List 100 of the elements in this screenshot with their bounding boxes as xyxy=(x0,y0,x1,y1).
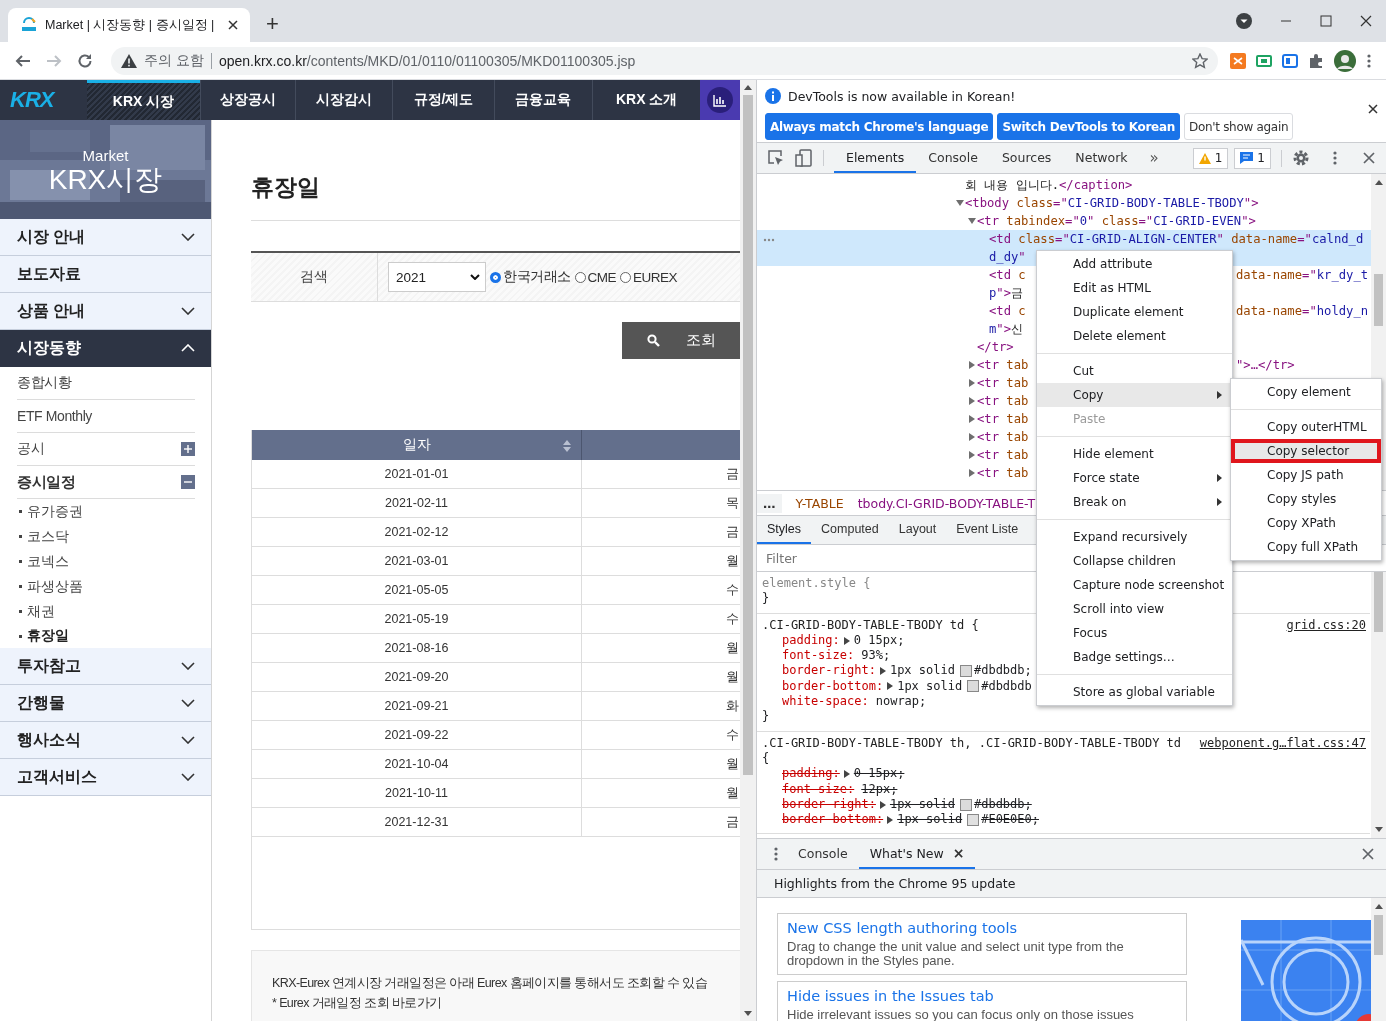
menu-item[interactable]: Copy XPath xyxy=(1231,511,1381,535)
collapsed-arrow-icon[interactable] xyxy=(968,433,976,441)
sidebar-item[interactable]: 상품 안내 xyxy=(0,293,211,330)
browser-tab[interactable]: Market | 시장동향 | 증시일정 | xyxy=(8,8,250,42)
dom-code[interactable]: <tr tab xyxy=(977,448,1029,462)
sidebar-subitem[interactable]: 공시 xyxy=(17,433,195,466)
sidebar-link[interactable]: 코스닥 xyxy=(19,524,211,549)
nav-menu-item[interactable]: 금융교육 xyxy=(493,80,592,120)
dom-code[interactable]: <tr tab xyxy=(977,430,1029,444)
dom-code[interactable]: </tr> xyxy=(977,340,1014,354)
menu-item[interactable]: Scroll into view xyxy=(1037,597,1232,621)
extension-icon[interactable] xyxy=(1256,52,1272,69)
messages-badge[interactable]: 1 xyxy=(1234,147,1271,169)
close-icon[interactable] xyxy=(1368,104,1378,114)
sidebar-item[interactable]: 고객서비스 xyxy=(0,759,211,796)
radio-button[interactable]: CME xyxy=(574,269,616,285)
dom-code[interactable]: <tbody class="CI-GRID-BODY-TABLE-TBODY"> xyxy=(965,196,1259,210)
dom-code[interactable]: p">금 xyxy=(989,284,1024,302)
dom-code[interactable]: ">…</tr> xyxy=(1236,358,1370,372)
year-select[interactable]: 2021 xyxy=(388,262,486,292)
menu-item[interactable]: Capture node screenshot xyxy=(1037,573,1232,597)
scrollbar-thumb[interactable] xyxy=(743,95,753,775)
collapsed-arrow-icon[interactable] xyxy=(968,415,976,423)
profile-dropdown-icon[interactable] xyxy=(1236,13,1252,29)
dom-code[interactable]: <tr tab xyxy=(977,466,1029,480)
breadcrumb-item[interactable]: Y-TABLE xyxy=(795,495,844,511)
dom-code[interactable]: <tr tab xyxy=(977,412,1029,426)
security-status[interactable]: 주의 요함 xyxy=(144,51,204,70)
address-bar[interactable]: 주의 요함 open.krx.co.kr/contents/MKD/01/0110/01100305/MKD01100305.jsp xyxy=(111,46,1218,75)
radio-button[interactable]: 한국거래소 xyxy=(490,268,571,286)
expand-icon[interactable] xyxy=(181,442,195,456)
dom-code[interactable]: d_dy" xyxy=(989,250,1026,264)
new-tab-button[interactable]: + xyxy=(260,11,285,37)
scrollbar-thumb[interactable] xyxy=(1374,572,1383,632)
dom-code[interactable]: 회 내용 입니다.</caption> xyxy=(965,176,1133,194)
more-tabs-button[interactable]: » xyxy=(1149,149,1159,167)
scroll-down-icon[interactable] xyxy=(1375,827,1383,832)
collapsed-arrow-icon[interactable] xyxy=(968,379,976,387)
menu-item[interactable]: Store as global variable xyxy=(1037,680,1232,704)
scroll-down-icon[interactable] xyxy=(744,1011,752,1016)
collapsed-arrow-icon[interactable] xyxy=(968,397,976,405)
collapsed-arrow-icon[interactable] xyxy=(968,451,976,459)
menu-item[interactable]: Badge settings… xyxy=(1037,645,1232,669)
sidebar-subitem[interactable]: 종합시황 xyxy=(17,367,195,400)
color-swatch[interactable] xyxy=(959,665,972,678)
dom-code[interactable]: <td c xyxy=(989,268,1026,282)
styles-tab[interactable]: Layout xyxy=(888,516,947,544)
dom-code[interactable]: <td c xyxy=(989,304,1026,318)
sidebar-item[interactable]: 시장 안내 xyxy=(0,219,211,256)
devtools-tab[interactable]: Sources xyxy=(989,143,1064,173)
menu-icon[interactable] xyxy=(1366,52,1372,69)
menu-item[interactable]: Collapse children xyxy=(1037,549,1232,573)
radio-button[interactable]: EUREX xyxy=(620,269,677,285)
source-link[interactable]: webponent.g…flat.css:47 xyxy=(1199,735,1366,751)
extension-icon[interactable] xyxy=(1230,52,1246,69)
dom-code[interactable]: data-name="holdy_n xyxy=(1236,304,1370,318)
color-swatch[interactable] xyxy=(967,680,980,693)
menu-item[interactable]: Cut xyxy=(1037,359,1232,383)
menu-item[interactable]: Hide element xyxy=(1037,442,1232,466)
warnings-badge[interactable]: 1 xyxy=(1192,147,1229,169)
card-title[interactable]: New CSS length authoring tools xyxy=(787,919,1177,937)
devtools-tab[interactable]: Network xyxy=(1063,143,1140,173)
dom-code[interactable]: <tr tab xyxy=(977,358,1029,372)
scrollbar-thumb[interactable] xyxy=(1374,274,1383,326)
sidebar-item[interactable]: 행사소식 xyxy=(0,722,211,759)
close-icon[interactable] xyxy=(1360,15,1372,27)
card-title[interactable]: Hide issues in the Issues tab xyxy=(787,987,1177,1005)
menu-item[interactable]: Copy styles xyxy=(1231,487,1381,511)
menu-item[interactable]: Add attribute xyxy=(1037,252,1232,276)
sidebar-link[interactable]: 휴장일 xyxy=(19,624,211,648)
menu-item[interactable]: Copy outerHTML xyxy=(1231,415,1381,439)
dom-code[interactable]: <tr tab xyxy=(977,376,1029,390)
sidebar-link[interactable]: 코넥스 xyxy=(19,549,211,574)
menu-item[interactable]: Expand recursively xyxy=(1037,525,1232,549)
sidebar-subitem[interactable]: 증시일정 xyxy=(17,466,195,499)
sort-icon[interactable] xyxy=(563,440,571,452)
expanded-arrow-icon[interactable] xyxy=(968,217,976,225)
menu-item[interactable]: Force state xyxy=(1037,466,1232,490)
expand-triangle-icon[interactable] xyxy=(843,636,850,645)
sidebar-link[interactable]: 채권 xyxy=(19,599,211,624)
feature-card[interactable]: New CSS length authoring tools Drag to change the unit value and select unit type from the dropdown in the Styles pane. xyxy=(777,913,1187,975)
styles-tab[interactable]: Computed xyxy=(811,516,889,544)
krx-logo[interactable]: KRX xyxy=(0,80,88,120)
bookmark-star-icon[interactable] xyxy=(1192,52,1208,69)
menu-item[interactable]: Focus xyxy=(1037,621,1232,645)
color-swatch[interactable] xyxy=(967,813,980,826)
search-button[interactable]: 조회 xyxy=(622,322,740,359)
devtools-tab[interactable]: Console xyxy=(916,143,990,173)
dom-code[interactable]: data-name="kr_dy_t xyxy=(1236,268,1370,282)
menu-item[interactable]: Copy selector xyxy=(1231,439,1381,463)
close-tab-button[interactable]: × xyxy=(952,845,965,861)
infobar-button[interactable]: Don't show again xyxy=(1183,113,1294,140)
scroll-up-icon[interactable] xyxy=(744,85,752,90)
scroll-up-icon[interactable] xyxy=(1375,180,1383,185)
drawer-tab[interactable]: Console xyxy=(787,839,859,869)
menu-item[interactable]: Copy xyxy=(1037,383,1232,407)
collapse-icon[interactable] xyxy=(181,475,195,489)
infobar-button[interactable]: Switch DevTools to Korean xyxy=(997,113,1180,140)
avatar-icon[interactable] xyxy=(1334,49,1356,72)
infobar-button[interactable]: Always match Chrome's language xyxy=(765,113,994,140)
